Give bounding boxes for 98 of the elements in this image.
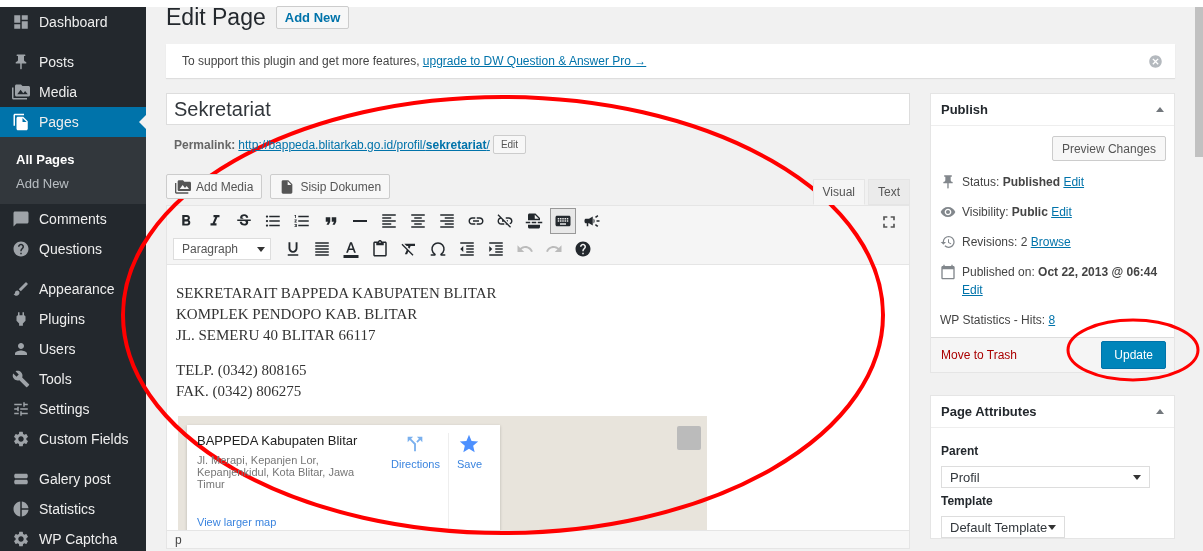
pin-icon	[940, 174, 956, 190]
field-label: Parent	[941, 444, 980, 458]
numbered-list-icon	[293, 212, 311, 230]
submenu-item[interactable]: All Pages	[0, 148, 146, 172]
publish-info: Revisions: 2 Browse	[962, 234, 1071, 251]
caret-icon	[1156, 107, 1164, 112]
omega-icon	[429, 240, 447, 258]
dash-icon	[353, 220, 367, 222]
sidebar-item[interactable]: Comments	[0, 204, 146, 234]
calendar-icon	[940, 264, 956, 280]
notice-text: To support this plugin and get more features, upgrade to DW Question & Answer Pro →	[182, 54, 647, 68]
upgrade-link[interactable]: upgrade to DW Question & Answer Pro →	[422, 54, 647, 68]
parent-select[interactable]: Profil	[941, 466, 1150, 488]
publish-info: Published on: Oct 22, 2013 @ 06:44 Edit	[962, 264, 1159, 299]
gear-icon	[12, 430, 30, 448]
edit-permalink-button[interactable]: Edit	[492, 135, 527, 154]
element-path: p	[167, 530, 909, 548]
save-link[interactable]: Save	[447, 433, 490, 528]
content-line: KOMPLEK PENDOPO KAB. BLITAR	[176, 305, 419, 324]
sidebar-item[interactable]: Settings	[0, 394, 146, 424]
publish-link[interactable]: Edit	[1063, 175, 1085, 189]
sidebar-item[interactable]: Posts	[0, 47, 146, 77]
content-line: SEKRETARAIT BAPPEDA KABUPATEN BLITAR	[176, 284, 498, 303]
caret-icon	[1048, 524, 1056, 530]
align-center-icon	[409, 212, 427, 230]
read-more-icon	[525, 212, 543, 230]
align-right-icon	[438, 212, 456, 230]
publish-info: WP Statistics - Hits: 8	[940, 312, 1056, 329]
star-icon	[458, 433, 481, 455]
sidebar-item[interactable]: Galery post	[0, 464, 146, 494]
wrench-icon	[12, 370, 30, 388]
media-icon	[12, 83, 30, 101]
sidebar-item[interactable]: Appearance	[0, 274, 146, 304]
editor-tab[interactable]: Text	[868, 179, 910, 205]
sidebar-item[interactable]: WP Captcha	[0, 524, 146, 551]
caret-icon	[1156, 409, 1164, 414]
media-button[interactable]: Sisip Dokumen	[270, 174, 391, 199]
preview-button[interactable]: Preview Changes	[1051, 136, 1166, 161]
sidebar-item[interactable]: Users	[0, 334, 146, 364]
publish-link[interactable]: Edit	[962, 283, 983, 297]
clipboard-icon	[371, 240, 389, 258]
publish-info: Status: Published Edit	[962, 174, 1085, 191]
page-title: Edit Page	[166, 3, 266, 31]
media-button[interactable]: Add Media	[166, 174, 263, 199]
publish-link[interactable]: 8	[1048, 313, 1056, 327]
sliders-icon	[12, 400, 30, 418]
question-icon	[12, 240, 30, 258]
publish-info: Visibility: Public Edit	[962, 204, 1072, 221]
toolbar-button[interactable]	[550, 208, 576, 234]
trash-link[interactable]: Move to Trash	[941, 348, 1018, 362]
publish-link[interactable]: Edit	[1051, 205, 1072, 219]
text-color-icon	[342, 240, 360, 258]
megaphone-icon	[583, 212, 601, 230]
editor-tab[interactable]: Visual	[812, 179, 865, 205]
content-line: FAK. (0342) 806275	[176, 382, 303, 401]
title-field[interactable]: Sekretariat	[166, 93, 910, 125]
content-line: TELP. (0342) 808165	[176, 361, 308, 380]
outdent-icon	[458, 240, 476, 258]
sidebar-item[interactable]: Questions	[0, 234, 146, 264]
publish-link[interactable]: Browse	[1030, 235, 1071, 249]
sidebar-item[interactable]: Custom Fields	[0, 424, 146, 454]
template-select[interactable]: Default Template	[941, 516, 1065, 538]
unlink-icon	[496, 212, 514, 230]
eye-icon	[940, 204, 956, 220]
indent-icon	[487, 240, 505, 258]
caret-icon	[1133, 474, 1141, 480]
sidebar-item[interactable]: Statistics	[0, 494, 146, 524]
avatar-placeholder	[677, 426, 701, 450]
align-left-icon	[380, 212, 398, 230]
submenu-item[interactable]: Add New	[0, 172, 146, 196]
justify-icon	[313, 240, 331, 258]
media-icon	[175, 178, 191, 195]
gear-icon	[12, 530, 30, 548]
format-select[interactable]: Paragraph	[173, 238, 271, 260]
larger-map-link[interactable]: View larger map	[197, 516, 383, 528]
box-title: Page Attributes	[941, 404, 1037, 419]
help-icon	[574, 240, 592, 258]
user-icon	[12, 340, 30, 358]
pie-chart-icon	[12, 500, 30, 518]
brush-icon	[12, 280, 30, 298]
sidebar-item[interactable]: Dashboard	[0, 7, 146, 37]
sidebar-item[interactable]: Tools	[0, 364, 146, 394]
add-new-button[interactable]: Add New	[275, 5, 350, 29]
update-button[interactable]: Update	[1101, 341, 1166, 369]
pages-icon	[12, 113, 30, 131]
directions-link[interactable]: Directions	[383, 433, 448, 528]
field-label: Template	[941, 494, 994, 508]
sidebar-item[interactable]: Pages	[0, 107, 146, 137]
place-name: BAPPEDA Kabupaten Blitar	[197, 433, 359, 448]
sidebar-item[interactable]: Media	[0, 77, 146, 107]
permalink-label: Permalink:	[174, 137, 236, 152]
sidebar-item[interactable]: Plugins	[0, 304, 146, 334]
gauge-icon	[12, 13, 30, 31]
history-icon	[940, 234, 956, 250]
caret-icon	[257, 246, 265, 252]
box-title: Publish	[941, 102, 988, 117]
speech-bubble-icon	[12, 210, 30, 228]
content-line: JL. SEMERU 40 BLITAR 66117	[176, 326, 377, 345]
